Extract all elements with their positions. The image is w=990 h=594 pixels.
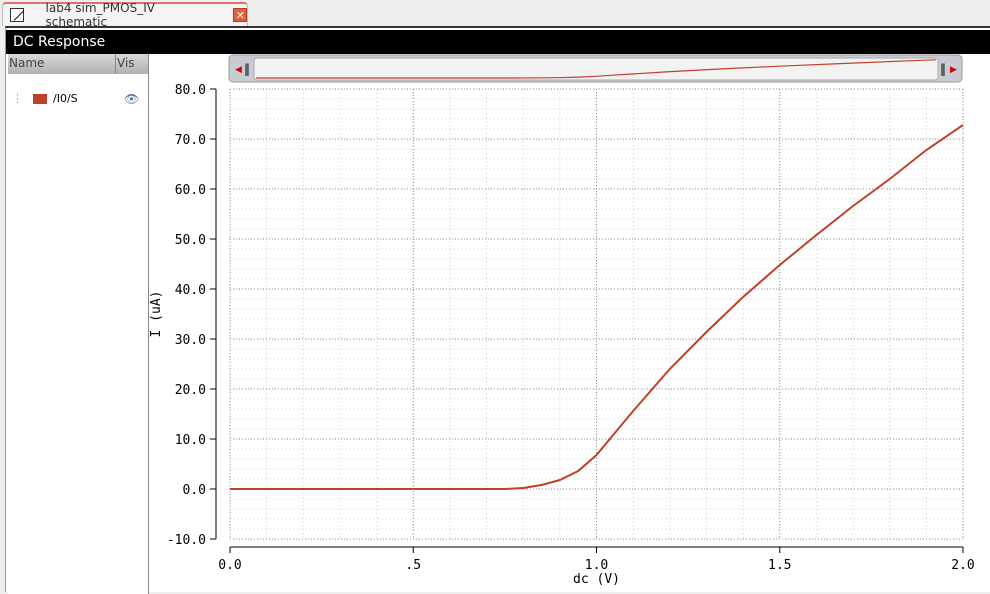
x-tick-label: 2.0 xyxy=(951,558,974,573)
x-tick-label: 1.5 xyxy=(768,558,791,573)
x-axis-label: dc (V) xyxy=(573,572,620,587)
y-tick-label: 20.0 xyxy=(175,383,206,398)
y-tick-label: 80.0 xyxy=(175,83,206,98)
y-tick-label: 40.0 xyxy=(175,283,206,298)
left-handle[interactable]: ‖ xyxy=(244,62,250,76)
y-tick-label: 30.0 xyxy=(175,333,206,348)
y-axis-label: I (uA) xyxy=(149,291,164,338)
right-handle[interactable]: ‖ xyxy=(940,62,946,76)
scroll-left-arrow[interactable]: ◀ xyxy=(235,65,242,75)
y-tick-label: 0.0 xyxy=(183,483,206,498)
y-tick-label: 10.0 xyxy=(175,433,206,448)
chart: 0.0 .5 1.0 1.5 2.0 -10.0 0.0 10.0 20.0 30.0 40.0 50… xyxy=(149,54,975,587)
y-tick-label: 60.0 xyxy=(175,183,206,198)
x-tick-label: 1.0 xyxy=(585,558,608,573)
y-tick-label: -10.0 xyxy=(167,533,206,548)
x-tick-label: 0.0 xyxy=(218,558,241,573)
x-tick-label: .5 xyxy=(405,558,421,573)
scroll-right-arrow[interactable]: ▶ xyxy=(950,65,957,75)
y-tick-label: 50.0 xyxy=(175,233,206,248)
y-tick-label: 70.0 xyxy=(175,133,206,148)
